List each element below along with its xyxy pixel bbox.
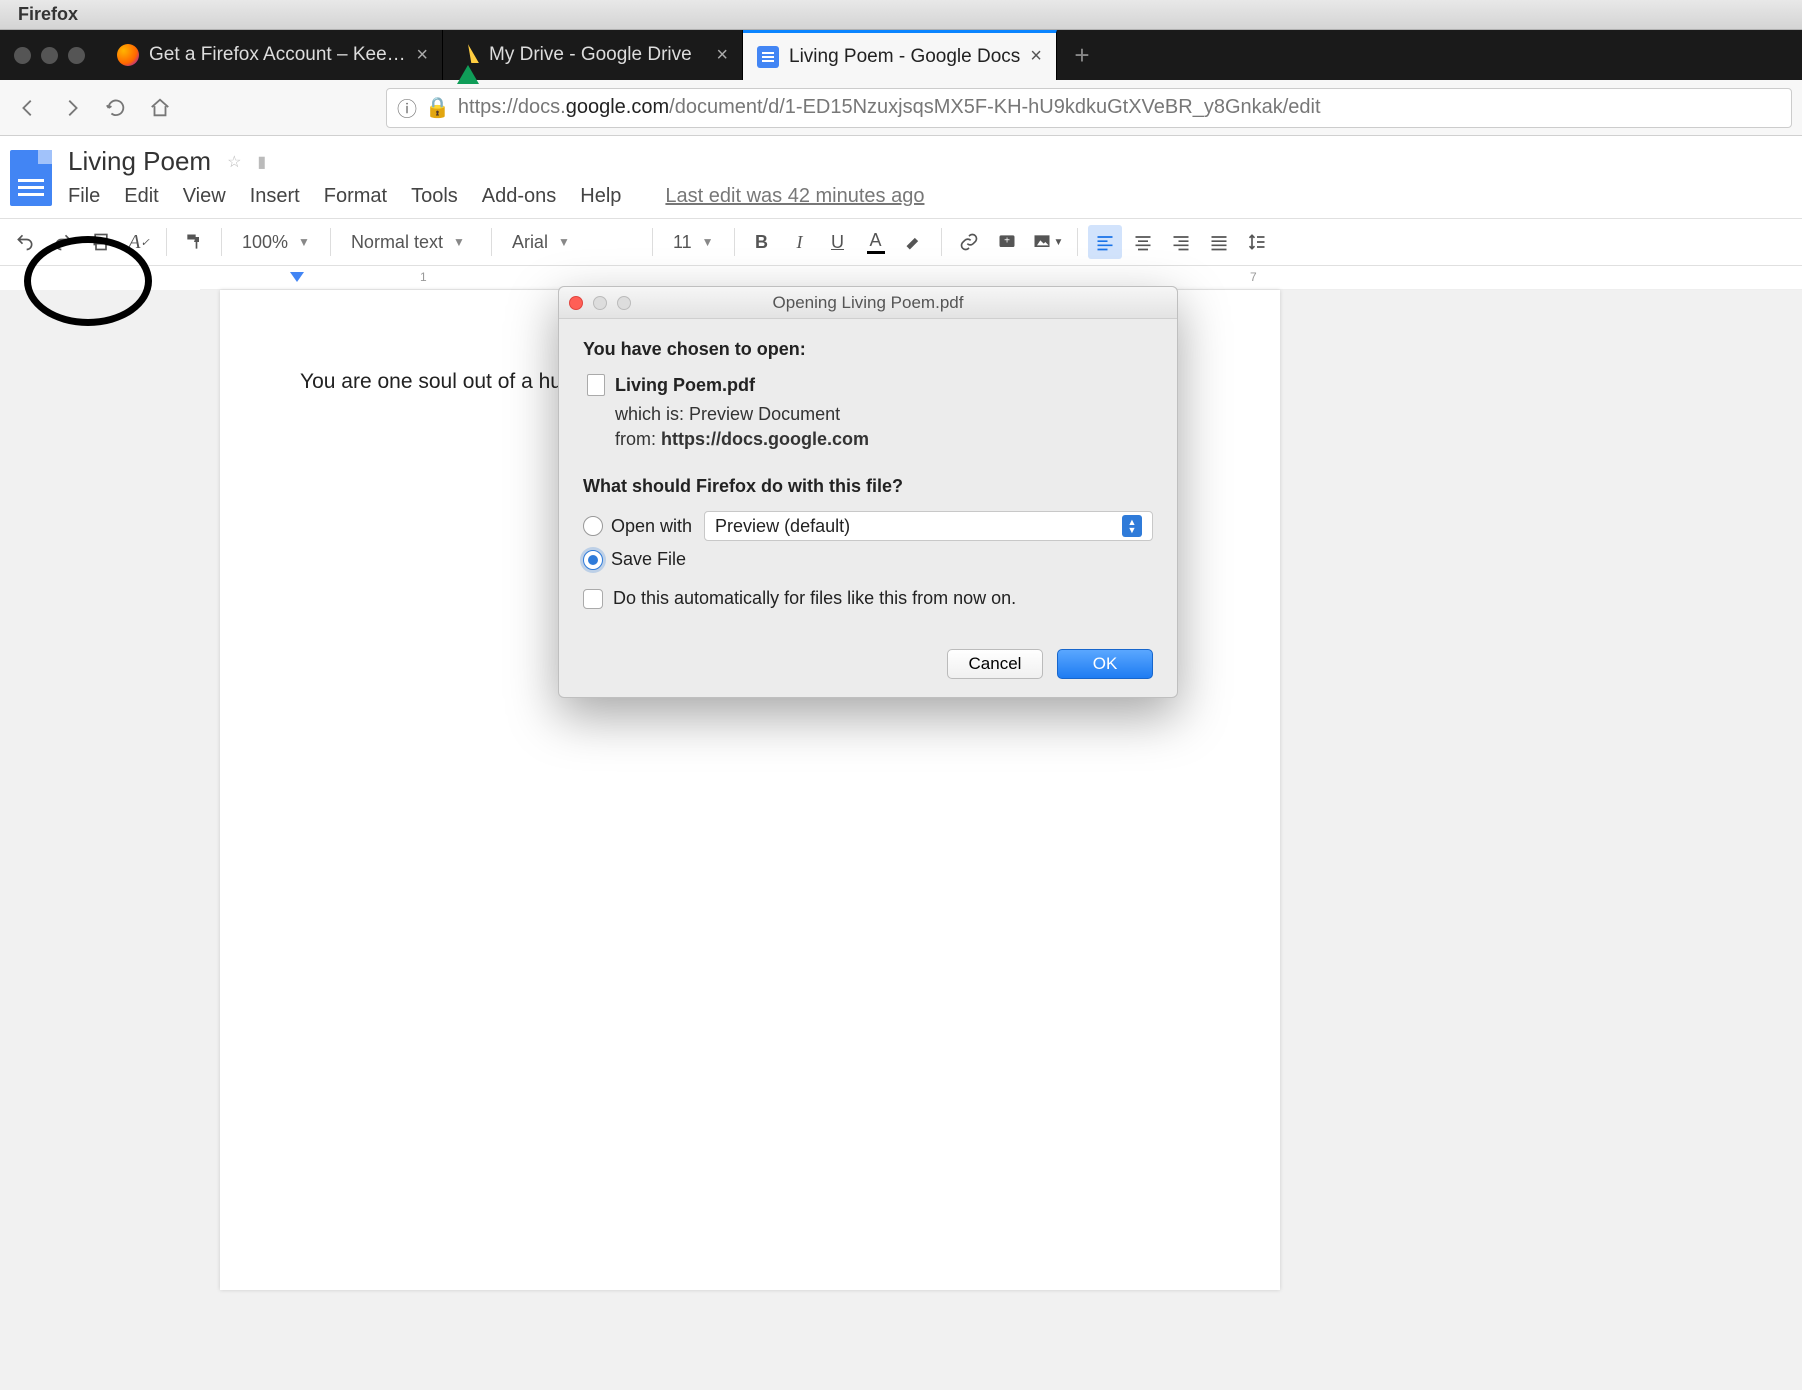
tab-firefox-account[interactable]: Get a Firefox Account – Keep yo × bbox=[103, 30, 443, 80]
window-close-dot[interactable] bbox=[14, 47, 31, 64]
last-edit-link[interactable]: Last edit was 42 minutes ago bbox=[665, 185, 924, 208]
dialog-titlebar[interactable]: Opening Living Poem.pdf bbox=[559, 287, 1177, 319]
forward-button[interactable] bbox=[54, 90, 90, 126]
undo-button[interactable] bbox=[8, 225, 42, 259]
align-center-button[interactable] bbox=[1126, 225, 1160, 259]
redo-button[interactable] bbox=[46, 225, 80, 259]
browser-nav-bar: ⓘ 🔒 https://docs.google.com/document/d/1… bbox=[0, 80, 1802, 136]
tab-label: My Drive - Google Drive bbox=[489, 44, 706, 66]
menu-bar: File Edit View Insert Format Tools Add-o… bbox=[68, 185, 924, 208]
tab-google-drive[interactable]: My Drive - Google Drive × bbox=[443, 30, 743, 80]
text-color-button[interactable]: A bbox=[859, 225, 893, 259]
browser-tab-strip: Get a Firefox Account – Keep yo × My Dri… bbox=[0, 30, 1802, 80]
back-button[interactable] bbox=[10, 90, 46, 126]
save-file-row[interactable]: Save File bbox=[583, 549, 1153, 570]
auto-checkbox[interactable] bbox=[583, 589, 603, 609]
dialog-question: What should Firefox do with this file? bbox=[583, 476, 1153, 497]
ruler-tick: 7 bbox=[1250, 270, 1257, 284]
tab-google-docs[interactable]: Living Poem - Google Docs × bbox=[743, 30, 1057, 80]
new-tab-button[interactable]: + bbox=[1057, 30, 1107, 80]
window-min-dot[interactable] bbox=[41, 47, 58, 64]
star-icon[interactable]: ☆ bbox=[227, 152, 241, 172]
underline-button[interactable]: U bbox=[821, 225, 855, 259]
menu-tools[interactable]: Tools bbox=[411, 185, 458, 208]
download-dialog: Opening Living Poem.pdf You have chosen … bbox=[558, 286, 1178, 698]
menu-addons[interactable]: Add-ons bbox=[482, 185, 557, 208]
ok-button[interactable]: OK bbox=[1057, 649, 1153, 679]
menu-insert[interactable]: Insert bbox=[250, 185, 300, 208]
open-with-row[interactable]: Open with Preview (default) ▲▼ bbox=[583, 511, 1153, 541]
svg-text:+: + bbox=[1004, 236, 1010, 247]
doc-title[interactable]: Living Poem bbox=[68, 146, 211, 177]
reload-button[interactable] bbox=[98, 90, 134, 126]
menu-file[interactable]: File bbox=[68, 185, 100, 208]
window-controls[interactable] bbox=[0, 30, 103, 80]
menu-edit[interactable]: Edit bbox=[124, 185, 158, 208]
drive-icon bbox=[457, 44, 479, 66]
tab-close-icon[interactable]: × bbox=[1030, 45, 1042, 68]
app-name: Firefox bbox=[18, 4, 78, 25]
from-row: from: https://docs.google.com bbox=[615, 429, 1153, 450]
folder-icon[interactable]: ▮ bbox=[257, 152, 266, 172]
image-button[interactable]: ▼ bbox=[1028, 225, 1068, 259]
menu-help[interactable]: Help bbox=[580, 185, 621, 208]
url-text: https://docs.google.com/document/d/1-ED1… bbox=[458, 96, 1321, 119]
docs-header: Living Poem ☆ ▮ File Edit View Insert Fo… bbox=[0, 136, 1802, 208]
open-with-label: Open with bbox=[611, 516, 692, 537]
firefox-icon bbox=[117, 44, 139, 66]
comment-button[interactable]: + bbox=[990, 225, 1024, 259]
cancel-button[interactable]: Cancel bbox=[947, 649, 1043, 679]
auto-label: Do this automatically for files like thi… bbox=[613, 588, 1016, 609]
align-left-button[interactable] bbox=[1088, 225, 1122, 259]
select-caret-icon[interactable]: ▲▼ bbox=[1122, 515, 1142, 537]
italic-button[interactable]: I bbox=[783, 225, 817, 259]
lock-icon: 🔒 bbox=[425, 95, 450, 120]
zoom-select[interactable]: 100%▼ bbox=[232, 232, 320, 253]
line-spacing-button[interactable] bbox=[1240, 225, 1274, 259]
paint-format-button[interactable] bbox=[177, 225, 211, 259]
macos-menubar: Firefox bbox=[0, 0, 1802, 30]
open-with-select[interactable]: Preview (default) ▲▼ bbox=[704, 511, 1153, 541]
font-size-select[interactable]: 11▼ bbox=[663, 232, 724, 253]
indent-marker[interactable] bbox=[290, 272, 304, 282]
menu-view[interactable]: View bbox=[183, 185, 226, 208]
auto-row[interactable]: Do this automatically for files like thi… bbox=[583, 588, 1153, 609]
info-icon[interactable]: ⓘ bbox=[397, 93, 417, 122]
dialog-filename: Living Poem.pdf bbox=[615, 375, 755, 396]
which-is-row: which is: Preview Document bbox=[615, 404, 1153, 425]
docs-icon bbox=[757, 46, 779, 68]
tab-close-icon[interactable]: × bbox=[416, 44, 428, 67]
file-icon bbox=[587, 374, 605, 396]
docs-logo-icon[interactable] bbox=[10, 150, 52, 206]
dialog-heading: You have chosen to open: bbox=[583, 339, 1153, 360]
ruler-tick: 1 bbox=[420, 270, 427, 284]
highlight-button[interactable] bbox=[897, 225, 931, 259]
spellcheck-button[interactable]: A✓ bbox=[122, 225, 156, 259]
save-file-label: Save File bbox=[611, 549, 686, 570]
menu-format[interactable]: Format bbox=[324, 185, 387, 208]
window-max-dot[interactable] bbox=[68, 47, 85, 64]
radio-save-file[interactable] bbox=[583, 550, 603, 570]
print-button[interactable] bbox=[84, 225, 118, 259]
docs-toolbar: A✓ 100%▼ Normal text▼ Arial▼ 11▼ B I U A… bbox=[0, 218, 1802, 266]
link-button[interactable] bbox=[952, 225, 986, 259]
align-justify-button[interactable] bbox=[1202, 225, 1236, 259]
tab-label: Get a Firefox Account – Keep yo bbox=[149, 44, 406, 66]
tab-label: Living Poem - Google Docs bbox=[789, 46, 1020, 68]
style-select[interactable]: Normal text▼ bbox=[341, 232, 481, 253]
align-right-button[interactable] bbox=[1164, 225, 1198, 259]
url-bar[interactable]: ⓘ 🔒 https://docs.google.com/document/d/1… bbox=[386, 88, 1792, 128]
bold-button[interactable]: B bbox=[745, 225, 779, 259]
font-select[interactable]: Arial▼ bbox=[502, 232, 642, 253]
home-button[interactable] bbox=[142, 90, 178, 126]
dialog-title: Opening Living Poem.pdf bbox=[559, 293, 1177, 313]
radio-open-with[interactable] bbox=[583, 516, 603, 536]
tab-close-icon[interactable]: × bbox=[716, 44, 728, 67]
